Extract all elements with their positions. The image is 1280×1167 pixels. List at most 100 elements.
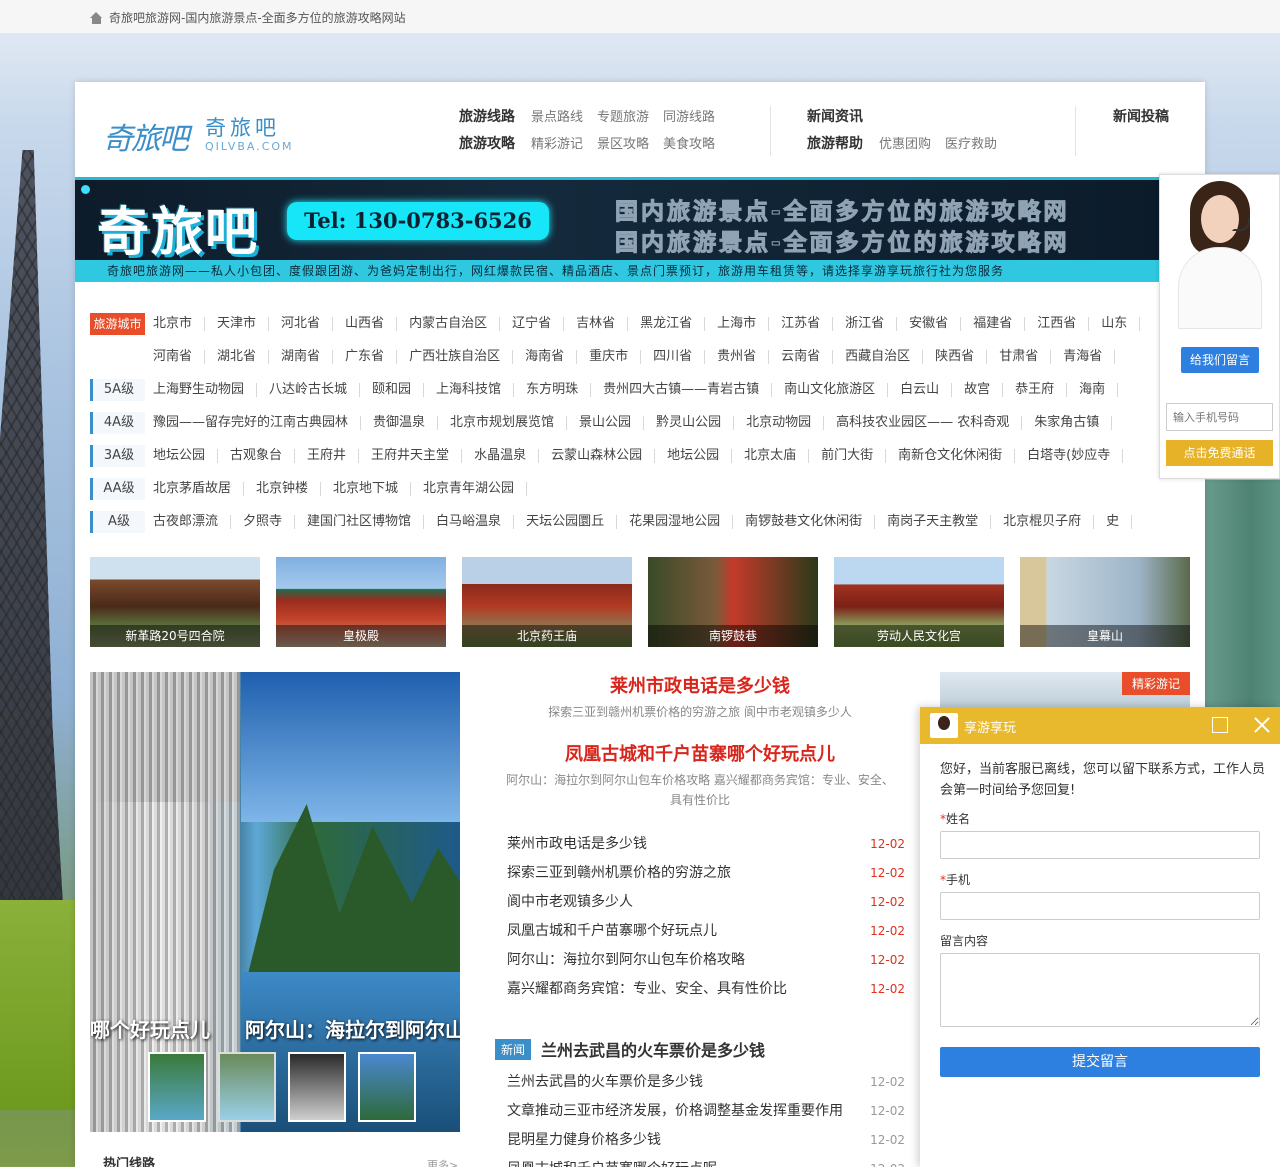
tag-link[interactable]: 北京棍贝子府: [991, 514, 1095, 529]
leave-message-button[interactable]: 给我们留言: [1181, 347, 1259, 373]
message-textarea[interactable]: [940, 953, 1260, 1027]
tag-link[interactable]: 湖南省: [269, 349, 334, 364]
scenic-thumbnail[interactable]: 劳动人民文化宫: [834, 557, 1004, 647]
tag-link[interactable]: 东方明珠: [514, 382, 592, 397]
tag-link[interactable]: 北京动物园: [734, 415, 825, 430]
news-item[interactable]: 凤凰古城和千户苗寨哪个好玩点呢 12-02: [495, 1155, 905, 1167]
tag-link[interactable]: 南锣鼓巷文化休闲街: [733, 514, 876, 529]
tag-link[interactable]: 南新仓文化休闲街: [886, 448, 1016, 463]
tag-link[interactable]: 贵御温泉: [361, 415, 439, 430]
news-title[interactable]: 昆明星力健身价格多少钱: [507, 1132, 661, 1148]
tag-link[interactable]: 地坛公园: [153, 448, 219, 463]
news-item[interactable]: 阿尔山：海拉尔到阿尔山包车价格攻略 12-02: [495, 946, 905, 975]
headline-2[interactable]: 凤凰古城和千户苗寨哪个好玩点儿: [495, 740, 905, 766]
slide-thumb-2[interactable]: [218, 1052, 276, 1122]
tag-link[interactable]: 江苏省: [769, 316, 834, 331]
tag-link[interactable]: 黔灵山公园: [644, 415, 735, 430]
tag-link[interactable]: 北京市规划展览馆: [438, 415, 568, 430]
news-item[interactable]: 凤凰古城和千户苗寨哪个好玩点儿 12-02: [495, 917, 905, 946]
tag-link[interactable]: 天津市: [205, 316, 270, 331]
headline-1-sub[interactable]: 探索三亚到赣州机票价格的穷游之旅 阆中市老观镇多少人: [495, 702, 905, 722]
tag-link[interactable]: 白马峪温泉: [424, 514, 515, 529]
slide-thumb-3[interactable]: [288, 1052, 346, 1122]
tag-link[interactable]: 上海野生动物园: [153, 382, 258, 397]
tag-link[interactable]: 河南省: [153, 349, 206, 364]
tag-link[interactable]: 福建省: [961, 316, 1026, 331]
tag-link[interactable]: 四川省: [641, 349, 706, 364]
tag-link[interactable]: 甘肃省: [987, 349, 1052, 364]
tag-link[interactable]: 北京太庙: [732, 448, 810, 463]
tag-link[interactable]: 王府井天主堂: [359, 448, 463, 463]
tag-link[interactable]: 史: [1094, 514, 1133, 529]
nav-news[interactable]: 新闻资讯: [807, 106, 863, 126]
phone-field[interactable]: [940, 892, 1260, 920]
scenic-thumbnail[interactable]: 南锣鼓巷: [648, 557, 818, 647]
tag-link[interactable]: 云南省: [769, 349, 834, 364]
nav-food-guides[interactable]: 美食攻略: [663, 133, 715, 152]
submit-message-button[interactable]: 提交留言: [940, 1047, 1260, 1077]
nav-group-routes[interactable]: 同游线路: [663, 106, 715, 125]
tag-link[interactable]: 王府井: [295, 448, 360, 463]
phone-input[interactable]: [1166, 403, 1273, 431]
nav-medical-aid[interactable]: 医疗救助: [945, 133, 997, 152]
news-item[interactable]: 嘉兴耀都商务宾馆：专业、安全、具有性价比 12-02: [495, 975, 905, 1004]
tag-link[interactable]: 白云山: [888, 382, 953, 397]
tag-link[interactable]: 南山文化旅游区: [772, 382, 889, 397]
news-title[interactable]: 阿尔山：海拉尔到阿尔山包车价格攻略: [507, 952, 745, 968]
tag-link[interactable]: 颐和园: [360, 382, 425, 397]
nav-theme-travel[interactable]: 专题旅游: [597, 106, 649, 125]
tag-link[interactable]: 湖北省: [205, 349, 270, 364]
tag-link[interactable]: 朱家角古镇: [1022, 415, 1113, 430]
headline-2-sub[interactable]: 阿尔山：海拉尔到阿尔山包车价格攻略 嘉兴耀都商务宾馆：专业、安全、具有性价比: [495, 770, 905, 810]
news-item[interactable]: 兰州去武昌的火车票价是多少钱 12-02: [495, 1068, 905, 1097]
free-call-button[interactable]: 点击免费通话: [1166, 440, 1273, 466]
slide-title-2[interactable]: 阿尔山：海拉尔到阿尔山: [245, 1014, 460, 1043]
tag-link[interactable]: 海南: [1067, 382, 1119, 397]
tag-link[interactable]: 吉林省: [564, 316, 629, 331]
tag-link[interactable]: 重庆市: [577, 349, 642, 364]
tag-link[interactable]: 白塔寺(妙应寺: [1015, 448, 1124, 463]
news-title[interactable]: 探索三亚到赣州机票价格的穷游之旅: [507, 865, 731, 881]
travel-notes-image[interactable]: 精彩游记: [940, 672, 1190, 712]
featured-slider[interactable]: 哪个好玩点儿 阿尔山：海拉尔到阿尔山: [90, 672, 460, 1132]
tag-link[interactable]: 江西省: [1025, 316, 1090, 331]
news-item[interactable]: 文章推动三亚市经济发展，价格调整基金发挥重要作用 12-02: [495, 1097, 905, 1126]
nav-scenic-routes[interactable]: 景点路线: [531, 106, 583, 125]
tag-link[interactable]: 西藏自治区: [833, 349, 924, 364]
tag-link[interactable]: 豫园——留存完好的江南古典园林: [153, 415, 362, 430]
nav-submit-news[interactable]: 新闻投稿: [1113, 106, 1169, 126]
tag-link[interactable]: 青海省: [1051, 349, 1116, 364]
home-icon[interactable]: [90, 11, 103, 24]
tag-link[interactable]: 辽宁省: [500, 316, 565, 331]
nav-scenic-guides[interactable]: 景区攻略: [597, 133, 649, 152]
tag-link[interactable]: 高科技农业园区—— 农科奇观: [824, 415, 1023, 430]
nav-group-buy[interactable]: 优惠团购: [879, 133, 931, 152]
site-title[interactable]: 奇旅吧旅游网-国内旅游景点-全面多方位的旅游攻略网站: [109, 9, 406, 26]
news-title[interactable]: 阆中市老观镇多少人: [507, 894, 633, 910]
news-item[interactable]: 昆明星力健身价格多少钱 12-02: [495, 1126, 905, 1155]
tag-link[interactable]: 安徽省: [897, 316, 962, 331]
scenic-thumbnail[interactable]: 皇极殿: [276, 557, 446, 647]
tag-link[interactable]: 浙江省: [833, 316, 898, 331]
nav-guides[interactable]: 旅游攻略: [459, 133, 515, 153]
news-item[interactable]: 莱州市政电话是多少钱 12-02: [495, 830, 905, 859]
tag-link[interactable]: 前门大街: [809, 448, 887, 463]
scenic-thumbnail[interactable]: 北京药王庙: [462, 557, 632, 647]
tag-link[interactable]: 陕西省: [923, 349, 988, 364]
tag-link[interactable]: 恭王府: [1003, 382, 1068, 397]
tag-link[interactable]: 地坛公园: [655, 448, 733, 463]
nav-travel-notes[interactable]: 精彩游记: [531, 133, 583, 152]
site-logo[interactable]: 奇旅吧 奇旅吧 QILVBA.COM: [103, 104, 303, 159]
news-item[interactable]: 探索三亚到赣州机票价格的穷游之旅 12-02: [495, 859, 905, 888]
scenic-thumbnail[interactable]: 皇幕山: [1020, 557, 1190, 647]
nav-help[interactable]: 旅游帮助: [807, 133, 863, 153]
name-input[interactable]: [940, 831, 1260, 859]
tag-link[interactable]: 古夜郎漂流: [153, 514, 232, 529]
tag-link[interactable]: 故宫: [952, 382, 1004, 397]
news-title[interactable]: 文章推动三亚市经济发展，价格调整基金发挥重要作用: [507, 1103, 843, 1119]
tag-link[interactable]: 南岗子天主教堂: [875, 514, 992, 529]
slide-thumb-4[interactable]: [358, 1052, 416, 1122]
headline-1[interactable]: 莱州市政电话是多少钱: [495, 672, 905, 698]
tag-link[interactable]: 海南省: [513, 349, 578, 364]
tag-link[interactable]: 景山公园: [567, 415, 645, 430]
